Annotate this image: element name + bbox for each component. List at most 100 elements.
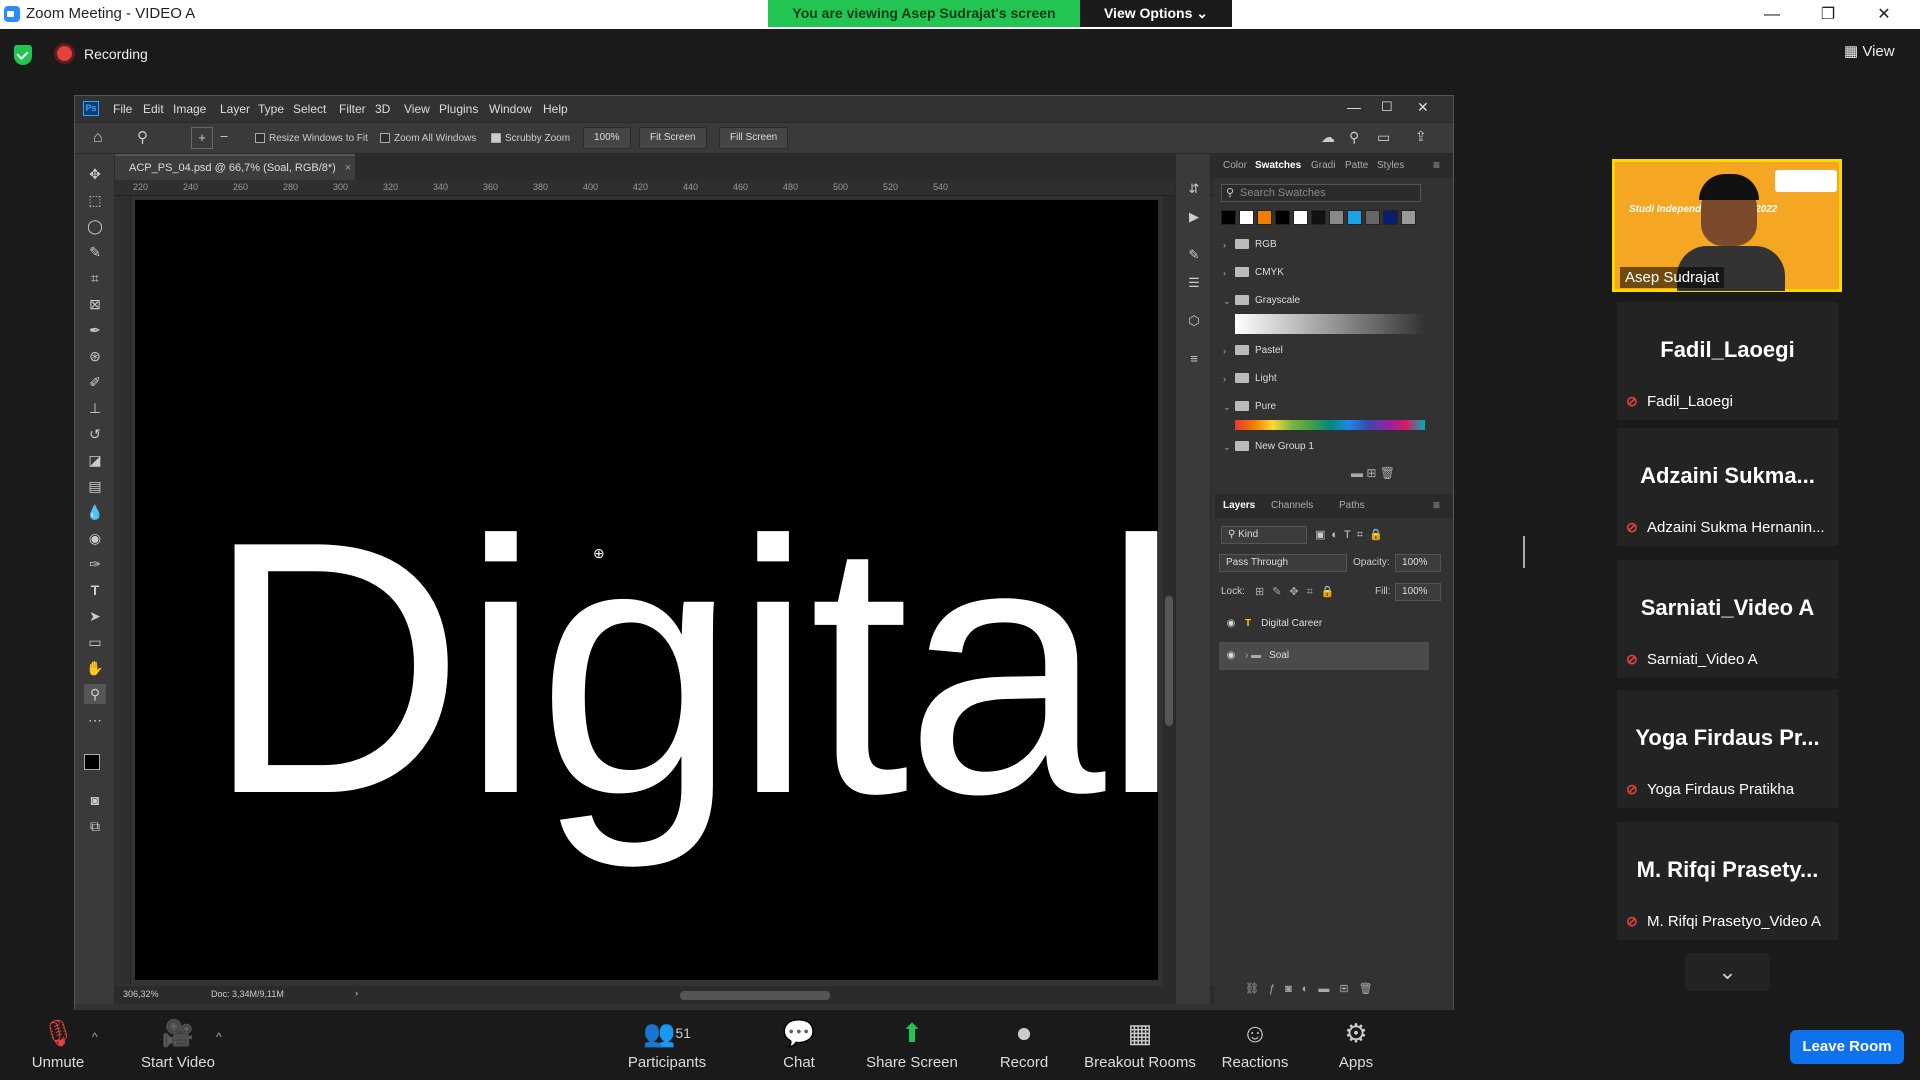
menu-3d[interactable]: 3D (375, 102, 390, 116)
tab-gradients[interactable]: Gradi (1311, 160, 1335, 171)
hand-tool-icon[interactable]: ✋ (84, 658, 106, 678)
document-canvas[interactable]: Digital C ⊕ (135, 200, 1158, 980)
home-icon[interactable]: ⌂ (93, 129, 103, 147)
breakout-rooms-button[interactable]: ▦ Breakout Rooms (1082, 1018, 1198, 1071)
quick-mask-icon[interactable]: ◙ (84, 790, 106, 810)
share-icon[interactable]: ⇪ (1415, 128, 1427, 145)
ps-minimize-icon[interactable]: — (1347, 99, 1361, 115)
lasso-tool-icon[interactable]: ◯ (84, 216, 106, 236)
eye-icon[interactable]: ◉ (1225, 642, 1237, 670)
new-group-icon[interactable]: ▬ ⊞ 🗑 (1351, 466, 1395, 480)
quick-select-tool-icon[interactable]: ✎ (84, 242, 106, 262)
canvas-horizontal-scrollbar[interactable] (115, 986, 1155, 1004)
swatch-group-light[interactable]: › Light (1221, 368, 1441, 390)
view-options-button[interactable]: View Options ⌄ (1080, 0, 1232, 27)
path-select-tool-icon[interactable]: ➤ (84, 606, 106, 626)
scrollbar-thumb[interactable] (1165, 596, 1173, 726)
tab-close-icon[interactable]: × (345, 162, 351, 174)
menu-select[interactable]: Select (293, 102, 326, 116)
scrubby-zoom-checkbox[interactable]: Scrubby Zoom (491, 133, 570, 144)
zoom-all-checkbox[interactable]: Zoom All Windows (380, 133, 476, 144)
unmute-button[interactable]: 🎙 Unmute (22, 1018, 94, 1071)
record-button[interactable]: ⏺ Record (994, 1018, 1054, 1071)
menu-type[interactable]: Type (258, 102, 284, 116)
menu-help[interactable]: Help (543, 102, 568, 116)
brush-tool-icon[interactable]: ✐ (84, 372, 106, 392)
frame-tool-icon[interactable]: ⊠ (84, 294, 106, 314)
swatch[interactable] (1401, 210, 1416, 225)
document-tab[interactable]: ACP_PS_04.psd @ 66,7% (Soal, RGB/8*) × (115, 154, 355, 180)
zoom-out-icon[interactable]: − (220, 128, 228, 144)
more-tools-icon[interactable]: ⋯ (84, 710, 106, 730)
swatch[interactable] (1311, 210, 1326, 225)
brushes-panel-icon[interactable]: ✎ (1185, 246, 1203, 264)
fill-screen-button[interactable]: Fill Screen (719, 127, 789, 149)
search-icon[interactable]: ⚲ (1349, 129, 1359, 146)
reactions-button[interactable]: ☺ Reactions (1220, 1018, 1290, 1071)
eyedropper-tool-icon[interactable]: ✒ (84, 320, 106, 340)
type-tool-icon[interactable]: T (84, 580, 106, 600)
adjustments-panel-icon[interactable]: ☰ (1185, 274, 1203, 292)
search-swatches-input[interactable]: ⚲ Search Swatches (1221, 184, 1421, 202)
workspace-icon[interactable]: ▭ (1377, 129, 1390, 146)
gradient-tool-icon[interactable]: ▤ (84, 476, 106, 496)
zoom-percent-field[interactable]: 100% (583, 127, 631, 149)
blur-tool-icon[interactable]: 💧 (84, 502, 106, 522)
ps-maximize-icon[interactable]: ☐ (1381, 99, 1393, 115)
chat-button[interactable]: 💬 Chat (776, 1018, 822, 1071)
apps-button[interactable]: ⚙ Apps (1336, 1018, 1376, 1071)
participant-tile[interactable]: M. Rifqi Prasety... ⊘ M. Rifqi Prasetyo_… (1617, 822, 1838, 940)
view-button[interactable]: ▦ View (1844, 42, 1895, 60)
layer-filter-kind[interactable]: ⚲ Kind (1221, 526, 1307, 544)
panel-menu-icon[interactable]: ≡ (1433, 498, 1440, 512)
menu-view[interactable]: View (404, 102, 430, 116)
layer-bottom-actions[interactable]: ⛓ƒ◙◐▬⊞🗑 (1245, 982, 1383, 995)
menu-plugins[interactable]: Plugins (439, 102, 478, 116)
participant-tile[interactable]: Adzaini Sukma... ⊘ Adzaini Sukma Hernani… (1617, 428, 1838, 546)
swatch[interactable] (1365, 210, 1380, 225)
grayscale-swatches[interactable] (1235, 314, 1425, 334)
stamp-tool-icon[interactable]: ⊥ (84, 398, 106, 418)
canvas-vertical-scrollbar[interactable] (1163, 196, 1175, 986)
swatch[interactable] (1347, 210, 1362, 225)
participant-tile[interactable]: Yoga Firdaus Pr... ⊘ Yoga Firdaus Pratik… (1617, 690, 1838, 808)
menu-image[interactable]: Image (173, 102, 206, 116)
menu-file[interactable]: File (113, 102, 132, 116)
restore-button[interactable]: ❐ (1800, 0, 1856, 29)
share-screen-button[interactable]: ⬆ Share Screen (862, 1018, 962, 1071)
opacity-input[interactable]: 100% (1395, 554, 1441, 572)
tab-styles[interactable]: Styles (1377, 160, 1404, 171)
menu-edit[interactable]: Edit (143, 102, 164, 116)
dodge-tool-icon[interactable]: ◉ (84, 528, 106, 548)
eraser-tool-icon[interactable]: ◪ (84, 450, 106, 470)
swatch-group-grayscale[interactable]: ⌄ Grayscale (1221, 290, 1441, 312)
move-tool-icon[interactable]: ✥ (84, 164, 106, 184)
active-speaker-video[interactable]: Studi Independ MyEduSol 2022 Asep Sudraj… (1612, 159, 1842, 292)
properties-panel-icon[interactable]: ≡ (1185, 350, 1203, 368)
actions-play-icon[interactable]: ▶ (1185, 208, 1203, 226)
pen-tool-icon[interactable]: ✑ (84, 554, 106, 574)
participant-tile[interactable]: Sarniati_Video A ⊘ Sarniati_Video A (1617, 560, 1838, 678)
swatch-group-pure[interactable]: ⌄ Pure (1221, 396, 1441, 418)
healing-tool-icon[interactable]: ⊛ (84, 346, 106, 366)
participant-tile[interactable]: Fadil_Laoegi ⊘ Fadil_Laoegi (1617, 302, 1838, 420)
swatch-group-rgb[interactable]: › RGB (1221, 234, 1441, 256)
blend-mode-select[interactable]: Pass Through (1219, 554, 1347, 572)
menu-layer[interactable]: Layer (220, 102, 250, 116)
fill-input[interactable]: 100% (1395, 583, 1441, 601)
lock-icons[interactable]: ⊞✎✥⌗🔒 (1255, 585, 1343, 599)
swatch[interactable] (1257, 210, 1272, 225)
tab-paths[interactable]: Paths (1339, 500, 1365, 511)
zoom-tool-preset-icon[interactable]: ⚲ (137, 128, 148, 146)
3d-panel-icon[interactable]: ⬡ (1185, 312, 1203, 330)
layer-row-soal[interactable]: ◉ › ▬ Soal (1219, 642, 1429, 670)
swatch-group-new-group-1[interactable]: ⌄ New Group 1 (1221, 436, 1441, 458)
swatch[interactable] (1293, 210, 1308, 225)
foreground-color-swatch[interactable] (84, 754, 100, 770)
crop-tool-icon[interactable]: ⌗ (84, 268, 106, 288)
splitter-handle[interactable] (1523, 536, 1525, 568)
minimize-button[interactable]: — (1744, 0, 1800, 29)
swatch[interactable] (1275, 210, 1290, 225)
swatch[interactable] (1329, 210, 1344, 225)
marquee-tool-icon[interactable]: ⬚ (84, 190, 106, 210)
